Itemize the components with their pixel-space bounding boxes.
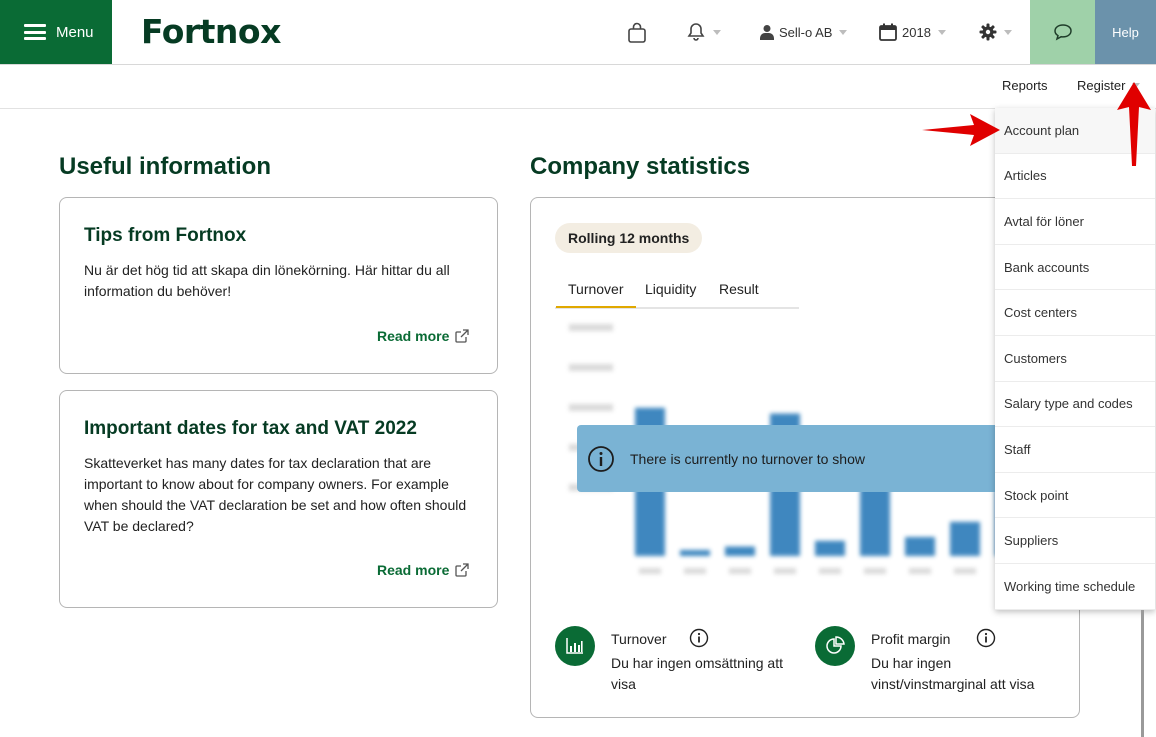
x-tick-label	[639, 568, 661, 574]
chevron-down-icon	[713, 29, 721, 35]
settings-button[interactable]	[979, 0, 1012, 64]
read-more-label: Read more	[377, 562, 450, 578]
register-dropdown: Account plan Articles Avtal för löner Bank …	[995, 108, 1155, 610]
notifications-button[interactable]	[686, 0, 721, 64]
chart-bar	[725, 546, 755, 556]
menu-item-salary-type-and-codes[interactable]: Salary type and codes	[995, 382, 1155, 428]
tab-liquidity[interactable]: Liquidity	[645, 281, 696, 297]
sub-navigation: Reports Register	[0, 65, 1156, 109]
chart-bar	[950, 521, 980, 556]
card-title: Tips from Fortnox	[84, 225, 247, 246]
info-icon	[588, 445, 614, 472]
menu-item-avtal-f-r-l-ner[interactable]: Avtal för löner	[995, 199, 1155, 245]
shop-button[interactable]	[627, 0, 647, 64]
company-statistics-title: Company statistics	[530, 153, 751, 180]
info-icon[interactable]	[976, 628, 996, 648]
notice-text: There is currently no turnover to show	[630, 450, 865, 467]
y-tick-label	[569, 324, 613, 331]
x-tick-label	[954, 568, 976, 574]
period-selector[interactable]: Rolling 12 months	[555, 223, 703, 253]
chart-bar	[680, 550, 710, 556]
menu-label: Menu	[56, 23, 94, 41]
kpi-title: Turnover	[611, 631, 667, 647]
kpi-text: Du har ingen omsättning att visa	[611, 655, 783, 692]
scrollbar[interactable]	[1141, 610, 1144, 737]
hamburger-icon	[24, 24, 46, 40]
read-more-link[interactable]: Read more	[377, 562, 470, 578]
external-link-icon	[455, 329, 470, 343]
read-more-link[interactable]: Read more	[377, 328, 470, 344]
x-tick-label	[774, 568, 796, 574]
company-label: Sell-o AB	[779, 24, 833, 40]
x-tick-label	[909, 568, 931, 574]
chart-bar	[905, 537, 935, 556]
tab-turnover[interactable]: Turnover	[556, 281, 635, 308]
menu-item-staff[interactable]: Staff	[995, 427, 1155, 473]
user-icon	[760, 25, 774, 40]
company-selector[interactable]: Sell-o AB	[760, 0, 848, 64]
tab-result[interactable]: Result	[719, 281, 759, 297]
gear-icon	[979, 23, 997, 41]
card-text: Skatteverket has many dates for tax decl…	[84, 455, 467, 534]
kpi-title: Profit margin	[871, 631, 951, 647]
menu-button[interactable]: Menu	[0, 0, 112, 64]
chat-icon	[1053, 24, 1072, 41]
bar-chart-icon	[555, 626, 595, 666]
year-label: 2018	[902, 24, 931, 40]
statistics-tabs: Turnover Liquidity Result	[555, 278, 799, 309]
tax-dates-card: Important dates for tax and VAT 2022 Ska…	[59, 390, 498, 608]
chevron-down-icon	[1004, 29, 1012, 35]
menu-item-suppliers[interactable]: Suppliers	[995, 518, 1155, 564]
external-link-icon	[455, 563, 470, 577]
pie-chart-icon	[815, 626, 855, 666]
no-turnover-notice: There is currently no turnover to show	[577, 425, 1007, 492]
top-bar: Menu Fortnox Sell-o AB 2018 Help	[0, 0, 1156, 65]
info-icon[interactable]	[689, 628, 709, 648]
y-tick-label	[569, 404, 613, 411]
help-button[interactable]: Help	[1095, 0, 1156, 64]
x-tick-label	[684, 568, 706, 574]
menu-item-working-time-schedule[interactable]: Working time schedule	[995, 564, 1155, 610]
menu-item-customers[interactable]: Customers	[995, 336, 1155, 382]
tips-card: Tips from Fortnox Nu är det hög tid att …	[59, 197, 498, 374]
fortnox-logo[interactable]: Fortnox	[141, 12, 281, 51]
y-tick-label	[569, 364, 613, 371]
menu-item-bank-accounts[interactable]: Bank accounts	[995, 245, 1155, 291]
menu-item-stock-point[interactable]: Stock point	[995, 473, 1155, 519]
kpi-text: Du har ingen vinst/vinstmarginal att vis…	[871, 655, 1035, 692]
read-more-label: Read more	[377, 328, 450, 344]
x-tick-label	[819, 568, 841, 574]
x-tick-label	[864, 568, 886, 574]
annotation-arrow-up-icon	[1117, 82, 1151, 166]
card-text: Nu är det hög tid att skapa din lönekörn…	[84, 262, 450, 299]
bell-icon	[687, 23, 705, 41]
x-tick-label	[729, 568, 751, 574]
chart-bar	[815, 540, 845, 556]
shopping-bag-icon	[628, 22, 646, 43]
year-selector[interactable]: 2018	[879, 0, 946, 64]
reports-link[interactable]: Reports	[1002, 78, 1048, 93]
card-title: Important dates for tax and VAT 2022	[84, 418, 417, 439]
calendar-icon	[879, 23, 897, 41]
useful-information-title: Useful information	[59, 153, 272, 180]
chevron-down-icon	[839, 29, 848, 35]
annotation-arrow-right-icon	[922, 114, 1000, 146]
chevron-down-icon	[937, 29, 946, 35]
chat-button[interactable]	[1030, 0, 1095, 64]
menu-item-cost-centers[interactable]: Cost centers	[995, 290, 1155, 336]
